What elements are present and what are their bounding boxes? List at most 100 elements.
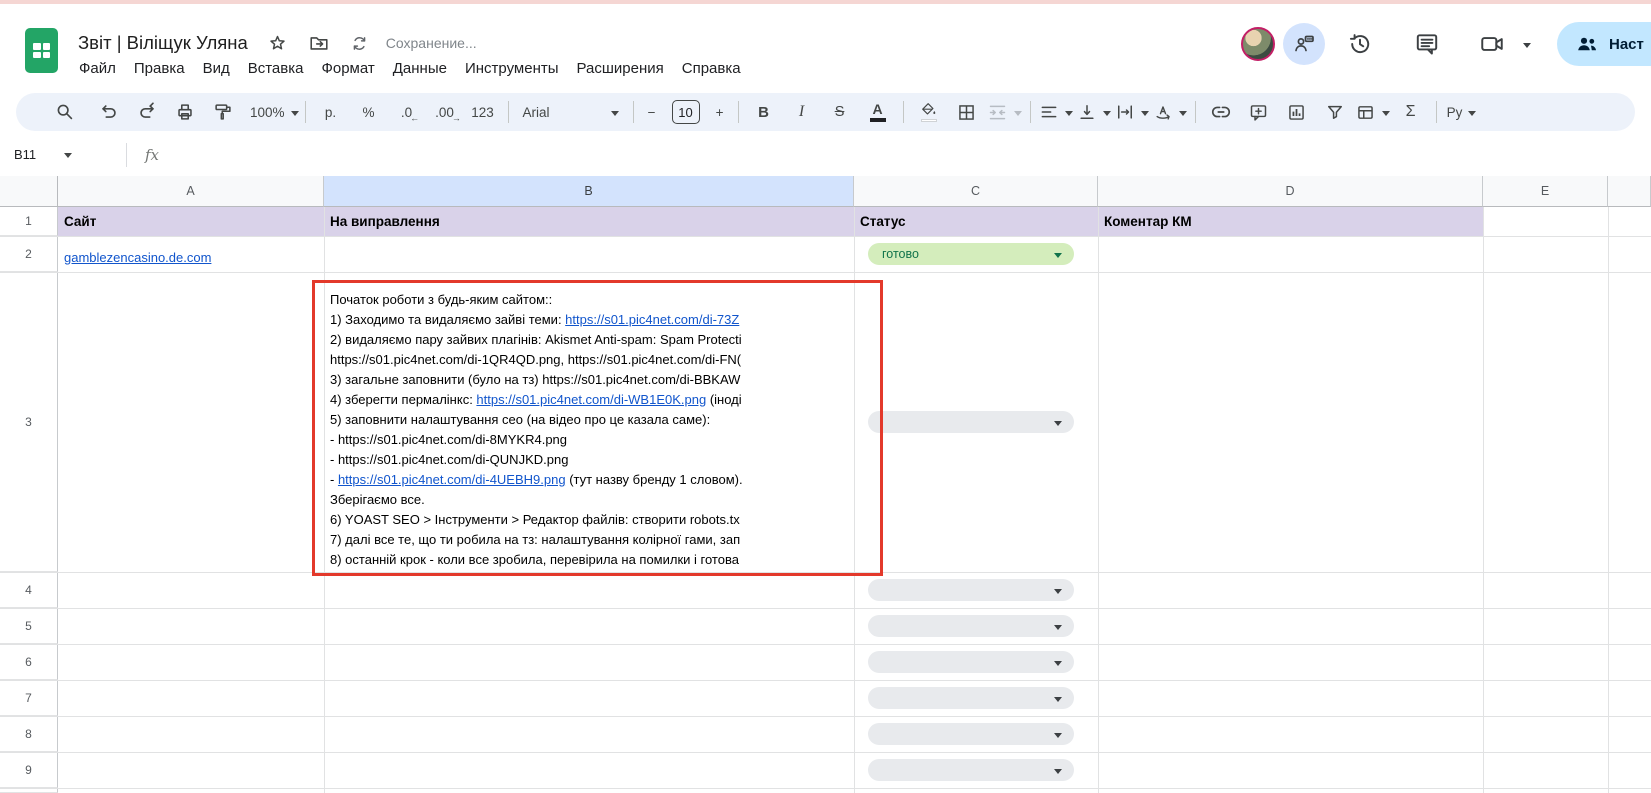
status-chip-row-5[interactable] (868, 615, 1074, 637)
status-chip-row-4[interactable] (868, 579, 1074, 601)
row-header-1[interactable]: 1 (0, 207, 58, 236)
functions-button[interactable]: Σ (1392, 97, 1430, 127)
column-header-C[interactable]: C (854, 176, 1098, 207)
fill-color-button[interactable] (910, 97, 948, 127)
document-title[interactable]: Звіт | Віліщук Уляна (78, 32, 248, 54)
menu-item-5[interactable]: Формат (312, 57, 383, 80)
name-box-caret-icon (64, 153, 73, 158)
move-folder-icon[interactable] (308, 32, 330, 54)
bold-button[interactable]: B (745, 97, 783, 127)
row-header-6[interactable]: 6 (0, 644, 58, 680)
annotation-red-box (312, 280, 883, 576)
gridline-horizontal (0, 236, 1651, 237)
menu-item-9[interactable]: Справка (673, 57, 750, 80)
select-all-corner[interactable] (0, 176, 58, 207)
row-header-9[interactable]: 9 (0, 752, 58, 788)
gridline-horizontal (0, 752, 1651, 753)
decrease-decimals-button[interactable]: .0 ← (388, 97, 426, 127)
toolbar-divider (1194, 101, 1196, 123)
text-color-button[interactable]: A (859, 97, 897, 127)
paint-format-button[interactable] (204, 97, 242, 127)
saving-status[interactable]: Сохранение... (386, 35, 477, 51)
table-views-caret-icon (1382, 110, 1391, 116)
row-header-2[interactable]: 2 (0, 236, 58, 272)
status-chip-row-3[interactable] (868, 411, 1074, 433)
status-chip-row-6[interactable] (868, 651, 1074, 673)
menu-item-3[interactable]: Вид (194, 57, 239, 80)
gridline-horizontal (0, 608, 1651, 609)
merge-cells-button[interactable] (986, 97, 1024, 127)
insert-comment-button[interactable] (1240, 97, 1278, 127)
column-header-partial[interactable] (1608, 176, 1651, 207)
star-icon[interactable] (267, 32, 289, 54)
status-chip-caret-icon (1054, 696, 1062, 702)
status-chip-row-7[interactable] (868, 687, 1074, 709)
menu-item-6[interactable]: Данные (384, 57, 456, 80)
increase-decimals-button[interactable]: .00 → (426, 97, 464, 127)
font-select[interactable]: Arial (515, 97, 627, 127)
menu-item-8[interactable]: Расширения (568, 57, 673, 80)
row-header-4[interactable]: 4 (0, 572, 58, 608)
menu-item-2[interactable]: Правка (125, 57, 194, 80)
strikethrough-button[interactable]: S (821, 97, 859, 127)
undo-button[interactable] (90, 97, 128, 127)
video-call-icon[interactable] (1479, 31, 1505, 57)
insert-chart-button[interactable] (1278, 97, 1316, 127)
italic-button[interactable]: I (783, 97, 821, 127)
decrease-font-size-button[interactable]: − (640, 97, 664, 127)
history-icon[interactable] (1347, 31, 1373, 57)
horizontal-align-button[interactable] (1037, 97, 1075, 127)
header-cell-c[interactable]: Статус (860, 207, 906, 236)
gridline-horizontal (0, 716, 1651, 717)
contacts-chat-icon[interactable] (1283, 23, 1325, 65)
header-cell-a[interactable]: Сайт (64, 207, 96, 236)
borders-button[interactable] (948, 97, 986, 127)
column-header-B[interactable]: B (324, 176, 854, 207)
header-cell-b[interactable]: На виправлення (330, 207, 440, 236)
row-header-8[interactable]: 8 (0, 716, 58, 752)
gridline-vertical (1483, 207, 1484, 793)
input-tools-button[interactable]: Ру (1443, 97, 1481, 127)
column-header-D[interactable]: D (1098, 176, 1483, 207)
video-call-caret-icon[interactable] (1523, 43, 1531, 48)
gridline-vertical (1098, 207, 1099, 793)
insert-link-button[interactable] (1202, 97, 1240, 127)
menu-item-7[interactable]: Инструменты (456, 57, 568, 80)
avatar[interactable] (1241, 27, 1275, 61)
status-chip-row-9[interactable] (868, 759, 1074, 781)
column-header-E[interactable]: E (1483, 176, 1608, 207)
site-link-cell[interactable]: gamblezencasino.de.com (64, 250, 211, 265)
menu-item-1[interactable]: Файл (70, 57, 125, 80)
gridline-horizontal (0, 680, 1651, 681)
table-views-button[interactable] (1354, 97, 1392, 127)
gridline-horizontal (0, 788, 1651, 789)
vertical-align-button[interactable] (1075, 97, 1113, 127)
print-button[interactable] (166, 97, 204, 127)
comments-icon[interactable] (1414, 31, 1440, 57)
sheets-logo-icon[interactable] (25, 28, 58, 73)
header-cell-d[interactable]: Коментар КМ (1104, 207, 1192, 236)
gridline-horizontal (0, 644, 1651, 645)
increase-font-size-button[interactable]: + (708, 97, 732, 127)
text-rotation-button[interactable] (1151, 97, 1189, 127)
font-size-input[interactable]: 10 (671, 100, 700, 124)
search-icon[interactable] (46, 97, 84, 127)
row-header-3[interactable]: 3 (0, 272, 58, 572)
text-wrap-button[interactable] (1113, 97, 1151, 127)
more-formats-button[interactable]: 123 (464, 97, 502, 127)
google-sheets-window: Звіт | Віліщук Уляна Сохранение... Файл П… (0, 0, 1651, 793)
zoom-select[interactable]: 100% (250, 97, 299, 127)
create-filter-button[interactable] (1316, 97, 1354, 127)
row-header-5[interactable]: 5 (0, 608, 58, 644)
toolbar-divider (1029, 101, 1031, 123)
row-header-7[interactable]: 7 (0, 680, 58, 716)
status-chip-row-2[interactable]: готово (868, 243, 1074, 265)
name-box[interactable]: B11 (0, 147, 126, 162)
column-header-A[interactable]: A (58, 176, 324, 207)
share-button[interactable]: Наст (1557, 22, 1651, 66)
percent-format-button[interactable]: % (350, 97, 388, 127)
menu-item-4[interactable]: Вставка (239, 57, 313, 80)
currency-format-button[interactable]: р. (312, 97, 350, 127)
redo-button[interactable] (128, 97, 166, 127)
status-chip-row-8[interactable] (868, 723, 1074, 745)
